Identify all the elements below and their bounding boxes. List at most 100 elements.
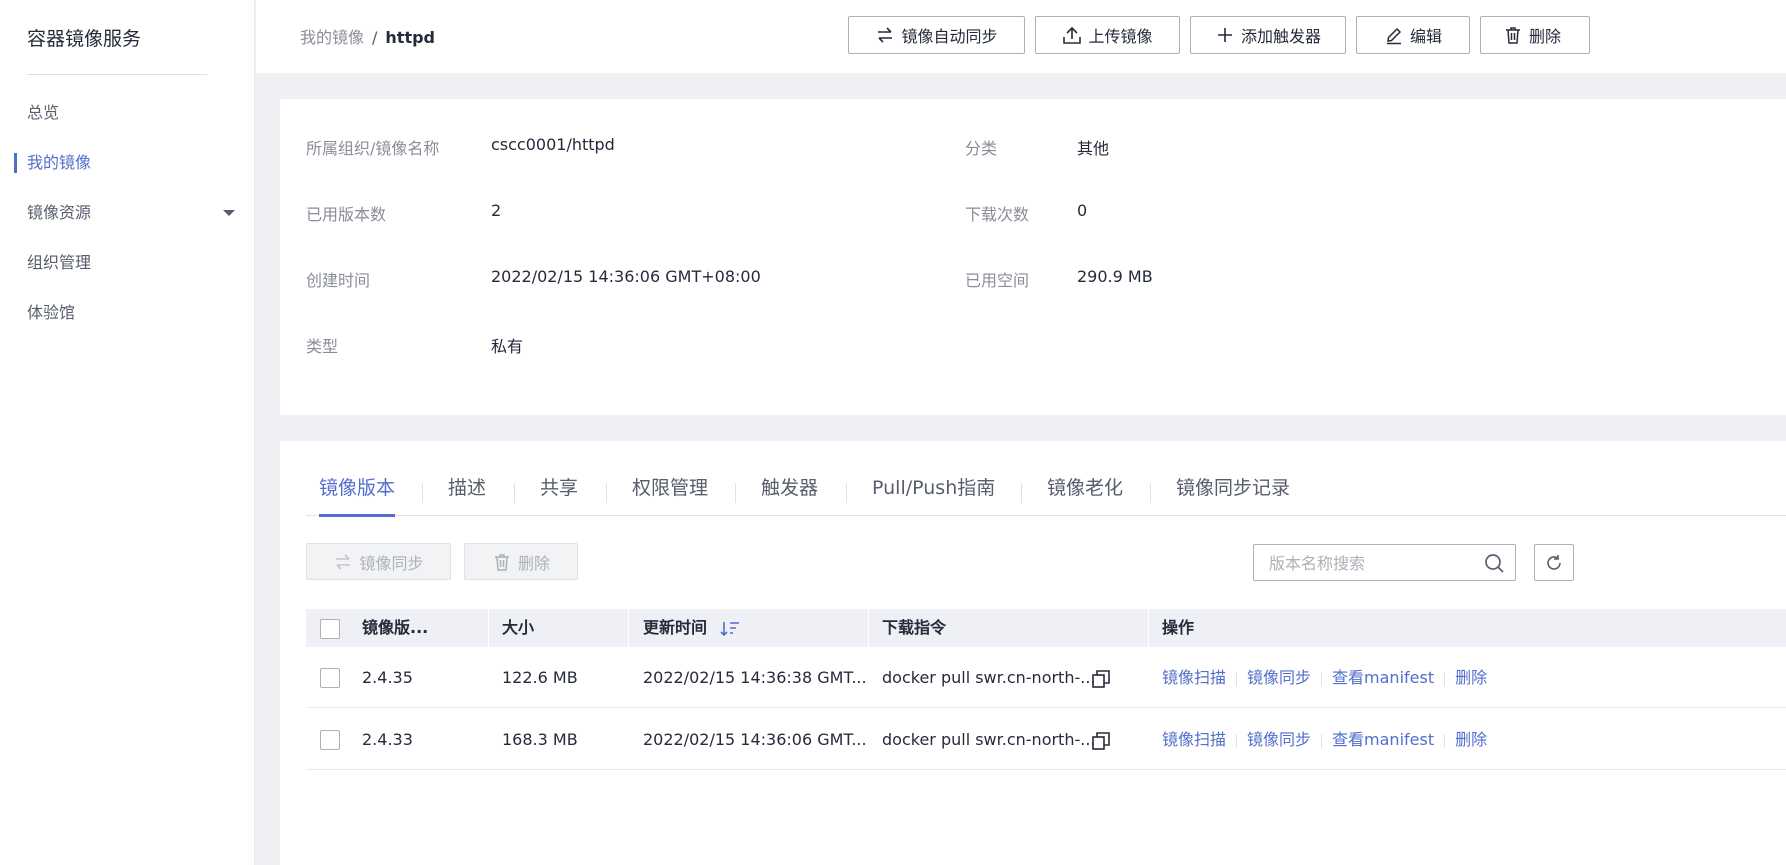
tab-divider xyxy=(1021,483,1022,503)
sidebar-item-experience[interactable]: 体验馆 xyxy=(0,295,255,331)
sync-link[interactable]: 镜像同步 xyxy=(1247,668,1311,687)
copy-icon[interactable] xyxy=(1091,669,1111,689)
column-header-updated[interactable]: 更新时间 xyxy=(643,609,741,647)
add-trigger-label: 添加触发器 xyxy=(1240,27,1321,46)
copy-icon[interactable] xyxy=(1091,731,1111,751)
search-icon[interactable] xyxy=(1483,552,1505,574)
size-cell: 122.6 MB xyxy=(502,668,578,687)
manifest-link[interactable]: 查看manifest xyxy=(1332,730,1434,749)
add-trigger-button[interactable]: 添加触发器 xyxy=(1190,16,1346,54)
sidebar-item-overview[interactable]: 总览 xyxy=(0,95,255,131)
scan-link[interactable]: 镜像扫描 xyxy=(1162,668,1226,687)
sync-arrows-icon xyxy=(336,553,351,570)
delete-image-button[interactable]: 删除 xyxy=(1480,16,1590,54)
table-header: 镜像版... 大小 更新时间 下载指令 操作 xyxy=(306,609,1786,647)
table-row: 2.4.33 168.3 MB 2022/02/15 14:36:06 GMT.… xyxy=(306,709,1786,770)
sidebar-item-my-images[interactable]: 我的镜像 xyxy=(0,145,255,181)
tab-sharing[interactable]: 共享 xyxy=(540,471,578,516)
link-divider xyxy=(1444,671,1446,686)
chevron-down-icon xyxy=(223,210,235,216)
row-checkbox[interactable] xyxy=(320,730,340,750)
column-header-updated-label: 更新时间 xyxy=(643,618,708,637)
updated-cell: 2022/02/15 14:36:06 GMT... xyxy=(643,730,867,749)
pencil-icon xyxy=(1386,27,1402,45)
auto-sync-button[interactable]: 镜像自动同步 xyxy=(848,16,1025,54)
link-divider xyxy=(1321,733,1323,748)
column-divider xyxy=(1148,609,1149,647)
trash-icon xyxy=(494,553,509,571)
space-value: 290.9 MB xyxy=(1077,267,1153,286)
sidebar-item-org-management[interactable]: 组织管理 xyxy=(0,245,255,281)
row-actions: 镜像扫描 镜像同步 查看manifest 删除 xyxy=(1162,647,1487,708)
column-divider xyxy=(628,609,629,647)
versions-label: 已用版本数 xyxy=(306,205,387,224)
delete-image-label: 删除 xyxy=(1529,27,1562,46)
tab-permissions[interactable]: 权限管理 xyxy=(632,471,708,516)
version-cell: 2.4.35 xyxy=(362,668,413,687)
breadcrumb: 我的镜像 / httpd xyxy=(300,24,435,48)
scan-link[interactable]: 镜像扫描 xyxy=(1162,730,1226,749)
breadcrumb-parent[interactable]: 我的镜像 xyxy=(300,28,364,47)
select-all-checkbox[interactable] xyxy=(320,619,340,639)
edit-button[interactable]: 编辑 xyxy=(1356,16,1470,54)
delete-version-button[interactable]: 删除 xyxy=(464,543,578,580)
row-actions: 镜像扫描 镜像同步 查看manifest 删除 xyxy=(1162,709,1487,770)
tab-image-versions[interactable]: 镜像版本 xyxy=(319,471,396,517)
org-image-label: 所属组织/镜像名称 xyxy=(306,139,440,158)
version-search[interactable] xyxy=(1253,544,1516,581)
link-divider xyxy=(1321,671,1323,686)
table-row: 2.4.35 122.6 MB 2022/02/15 14:36:38 GMT.… xyxy=(306,647,1786,708)
sync-version-button[interactable]: 镜像同步 xyxy=(306,543,451,580)
tab-pull-push-guide[interactable]: Pull/Push指南 xyxy=(872,471,995,516)
tab-divider xyxy=(846,483,847,503)
sidebar-divider xyxy=(27,74,207,75)
size-cell: 168.3 MB xyxy=(502,730,578,749)
tab-divider xyxy=(606,483,607,503)
plus-icon xyxy=(1217,28,1232,42)
updated-cell: 2022/02/15 14:36:38 GMT... xyxy=(643,668,867,687)
type-value: 私有 xyxy=(491,337,524,356)
tab-description[interactable]: 描述 xyxy=(448,471,486,516)
space-label: 已用空间 xyxy=(965,271,1030,290)
column-divider xyxy=(868,609,869,647)
refresh-button[interactable] xyxy=(1534,544,1574,581)
column-header-version[interactable]: 镜像版... xyxy=(362,609,428,647)
delete-version-label: 删除 xyxy=(517,553,550,573)
row-checkbox[interactable] xyxy=(320,668,340,688)
tab-triggers[interactable]: 触发器 xyxy=(761,471,818,516)
refresh-icon xyxy=(1547,554,1561,570)
delete-link[interactable]: 删除 xyxy=(1455,730,1487,749)
tab-divider xyxy=(735,483,736,503)
type-label: 类型 xyxy=(306,337,339,356)
column-header-size: 大小 xyxy=(502,618,535,637)
sync-version-label: 镜像同步 xyxy=(359,553,424,573)
version-search-input[interactable] xyxy=(1267,552,1467,574)
sync-link[interactable]: 镜像同步 xyxy=(1247,730,1311,749)
tab-sync-records[interactable]: 镜像同步记录 xyxy=(1176,471,1290,516)
command-cell: docker pull swr.cn-north-... xyxy=(882,668,1096,687)
link-divider xyxy=(1444,733,1446,748)
versions-value: 2 xyxy=(491,201,502,220)
manifest-link[interactable]: 查看manifest xyxy=(1332,668,1434,687)
upload-image-label: 上传镜像 xyxy=(1088,27,1153,46)
version-cell: 2.4.33 xyxy=(362,730,413,749)
column-header-operations: 操作 xyxy=(1162,618,1195,637)
sidebar-item-image-resources[interactable]: 镜像资源 xyxy=(0,195,255,231)
tab-bar: 镜像版本 描述 共享 权限管理 触发器 Pull/Push指南 镜像老化 镜像同… xyxy=(306,471,1786,517)
tab-divider xyxy=(514,483,515,503)
tab-divider xyxy=(422,483,423,503)
breadcrumb-current: httpd xyxy=(385,28,435,47)
downloads-label: 下载次数 xyxy=(965,205,1030,224)
downloads-value: 0 xyxy=(1077,201,1088,220)
sidebar-item-label: 镜像资源 xyxy=(27,203,92,222)
sort-descending-icon[interactable] xyxy=(719,619,741,639)
tab-image-aging[interactable]: 镜像老化 xyxy=(1047,471,1123,516)
versions-panel: 镜像版本 描述 共享 权限管理 触发器 Pull/Push指南 镜像老化 镜像同… xyxy=(280,441,1786,865)
column-divider xyxy=(488,609,489,647)
command-cell: docker pull swr.cn-north-... xyxy=(882,730,1096,749)
delete-link[interactable]: 删除 xyxy=(1455,668,1487,687)
image-info-card: 所属组织/镜像名称 cscc0001/httpd 分类 其他 已用版本数 2 下… xyxy=(280,99,1786,415)
created-label: 创建时间 xyxy=(306,271,371,290)
upload-image-button[interactable]: 上传镜像 xyxy=(1035,16,1180,54)
tab-divider xyxy=(1150,483,1151,503)
